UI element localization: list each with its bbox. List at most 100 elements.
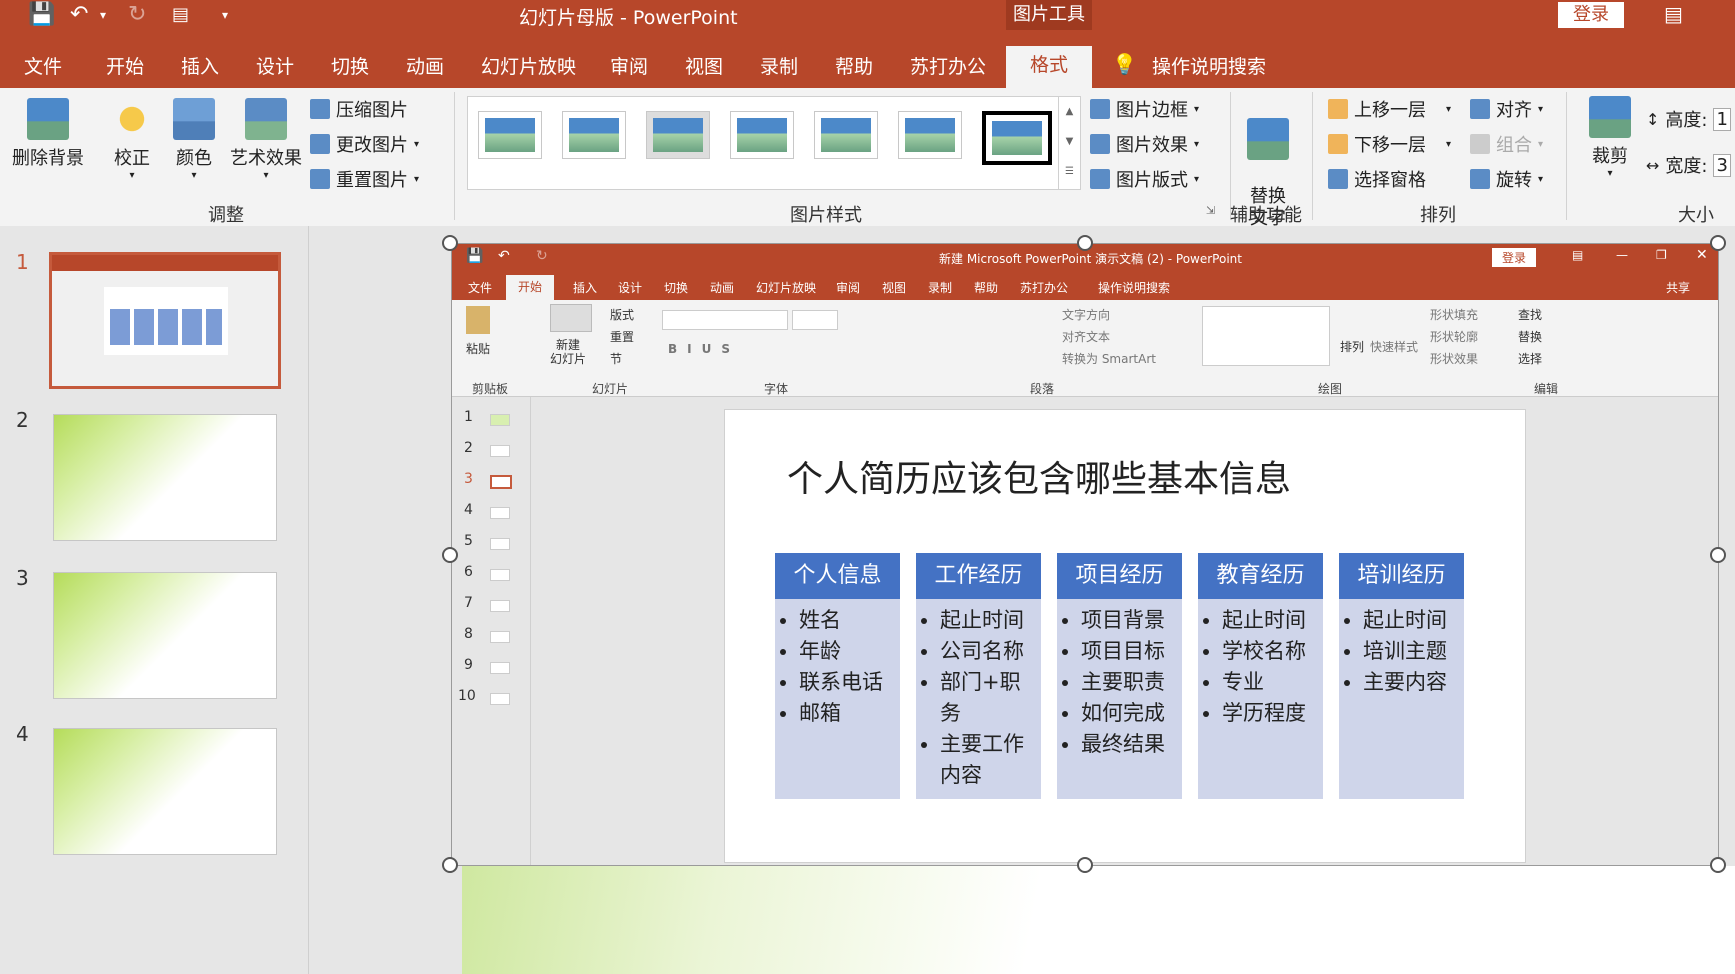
crop-button[interactable]: 裁剪 ▾ (1584, 96, 1636, 179)
tell-me-search[interactable]: 操作说明搜索 (1152, 52, 1266, 79)
color-icon (173, 98, 215, 140)
crop-icon (1589, 96, 1631, 138)
picture-style-1[interactable] (478, 111, 542, 159)
resize-handle-bottom-right[interactable] (1710, 857, 1726, 873)
tab-view[interactable]: 视图 (685, 52, 723, 79)
slide-thumbnail-pane: 1 2 3 4 (0, 226, 309, 974)
chevron-down-icon: ▾ (1607, 168, 1613, 179)
ribbon-tabs: 文件 开始 插入 设计 切换 动画 幻灯片放映 审阅 视图 录制 帮助 苏打办公… (0, 30, 1735, 93)
tab-slideshow[interactable]: 幻灯片放映 (481, 52, 576, 79)
picture-style-4[interactable] (730, 111, 794, 159)
rotate-button[interactable]: 旋转 ▾ (1470, 166, 1543, 192)
height-input[interactable]: 1 (1713, 107, 1731, 131)
inner-tell-me: 操作说明搜索 (1098, 281, 1171, 295)
inner-tab-record: 录制 (928, 281, 953, 295)
resize-handle-bottom-left[interactable] (442, 857, 458, 873)
lightbulb-icon: 💡 (1112, 52, 1137, 76)
selection-pane-button[interactable]: 选择窗格 (1328, 166, 1426, 192)
picture-layout-button[interactable]: 图片版式 ▾ (1090, 166, 1199, 192)
chevron-down-icon: ▾ (1446, 103, 1452, 115)
tab-file[interactable]: 文件 (24, 52, 62, 79)
tab-design[interactable]: 设计 (256, 52, 294, 79)
picture-style-6[interactable] (898, 111, 962, 159)
login-button[interactable]: 登录 (1558, 2, 1624, 28)
artistic-effects-button[interactable]: 艺术效果 ▾ (228, 98, 304, 181)
inner-smartart: 转换为 SmartArt (1062, 352, 1156, 366)
corrections-button[interactable]: 校正 ▾ (108, 98, 156, 181)
resize-handle-bottom[interactable] (1077, 857, 1093, 873)
align-button[interactable]: 对齐 ▾ (1470, 96, 1543, 122)
tab-insert[interactable]: 插入 (181, 52, 219, 79)
color-button[interactable]: 颜色 ▾ (170, 98, 218, 181)
list-item: 学历程度 (1222, 698, 1323, 729)
picture-style-7[interactable] (982, 111, 1052, 165)
artistic-effects-icon (245, 98, 287, 140)
inner-tab-soda-office: 苏打办公 (1020, 281, 1069, 295)
picture-effects-button[interactable]: 图片效果 ▾ (1090, 131, 1199, 157)
customize-qat-icon[interactable]: ▾ (222, 2, 228, 28)
group-label-size: 大小 (1678, 205, 1714, 226)
slide-number: 4 (16, 722, 29, 746)
ribbon-display-options-icon[interactable]: ▤ (1664, 2, 1683, 26)
redo-icon[interactable]: ↻ (128, 2, 146, 28)
resize-handle-left[interactable] (442, 547, 458, 563)
resize-handle-top-left[interactable] (442, 235, 458, 251)
undo-dropdown-icon[interactable]: ▾ (100, 2, 106, 28)
slide-thumb-2[interactable] (53, 414, 277, 541)
inner-replace: 替换 (1518, 330, 1543, 344)
inner-shapes-gallery (1202, 306, 1330, 366)
undo-icon[interactable]: ↶ (70, 2, 88, 28)
picture-border-button[interactable]: 图片边框 ▾ (1090, 96, 1199, 122)
resize-handle-top-right[interactable] (1710, 235, 1726, 251)
slide-number: 3 (16, 566, 29, 590)
group-icon (1470, 134, 1490, 154)
slide-thumb-3[interactable] (53, 572, 277, 699)
reset-picture-button[interactable]: 重置图片 ▾ (310, 166, 419, 192)
height-icon: ↕ (1646, 109, 1660, 129)
selected-picture[interactable]: 💾 ↶ ↻ 新建 Microsoft PowerPoint 演示文稿 (2) -… (451, 243, 1719, 866)
resize-handle-right[interactable] (1710, 547, 1726, 563)
inner-new-slide-label: 新建 幻灯片 (550, 338, 587, 366)
list-item: 年龄 (799, 636, 900, 667)
inner-tab-slideshow: 幻灯片放映 (756, 281, 817, 295)
list-item: 部门+职务 (940, 667, 1041, 729)
slide-thumb-4[interactable] (53, 728, 277, 855)
group-button[interactable]: 组合 ▾ (1470, 131, 1543, 157)
tab-review[interactable]: 审阅 (610, 52, 648, 79)
send-backward-button[interactable]: 下移一层 ▾ (1328, 131, 1451, 157)
picture-style-5[interactable] (814, 111, 878, 159)
chevron-down-icon: ▾ (1446, 138, 1452, 150)
tab-home[interactable]: 开始 (106, 52, 144, 79)
chevron-down-icon: ▾ (263, 170, 269, 181)
tab-transitions[interactable]: 切换 (331, 52, 369, 79)
picture-style-2[interactable] (562, 111, 626, 159)
inner-select: 选择 (1518, 352, 1543, 366)
resize-handle-top[interactable] (1077, 235, 1093, 251)
compress-pictures-button[interactable]: 压缩图片 (310, 96, 408, 122)
bring-forward-button[interactable]: 上移一层 ▾ (1328, 96, 1451, 122)
remove-background-button[interactable]: 删除背景 (10, 98, 86, 170)
tab-help[interactable]: 帮助 (835, 52, 873, 79)
tab-soda-office[interactable]: 苏打办公 (910, 52, 986, 79)
picture-styles-gallery: ▲ ▼ ☰ (467, 96, 1081, 190)
save-icon[interactable]: 💾 (28, 2, 55, 28)
inner-find: 查找 (1518, 308, 1543, 322)
inner-group-slides: 幻灯片 (592, 382, 629, 396)
selection-pane-icon (1328, 169, 1348, 189)
slide-thumb-1[interactable] (49, 252, 281, 389)
width-input[interactable]: 3 (1713, 153, 1731, 177)
width-icon: ↔ (1646, 155, 1660, 175)
tab-record[interactable]: 录制 (760, 52, 798, 79)
picture-border-icon (1090, 99, 1110, 119)
tab-format[interactable]: 格式 (1006, 46, 1093, 93)
picture-style-3[interactable] (646, 111, 710, 159)
tab-animations[interactable]: 动画 (406, 52, 444, 79)
gallery-scroll[interactable]: ▲ ▼ ☰ (1058, 97, 1080, 189)
alt-text-icon (1247, 118, 1289, 160)
presentation-from-start-icon[interactable]: ▤ (172, 2, 189, 28)
dialog-launcher-icon[interactable]: ⇲ (1206, 204, 1215, 217)
column-header: 教育经历 (1198, 553, 1323, 599)
inner-slide-thumb (490, 507, 510, 519)
change-picture-button[interactable]: 更改图片 ▾ (310, 131, 419, 157)
chevron-down-icon: ▾ (414, 138, 420, 150)
